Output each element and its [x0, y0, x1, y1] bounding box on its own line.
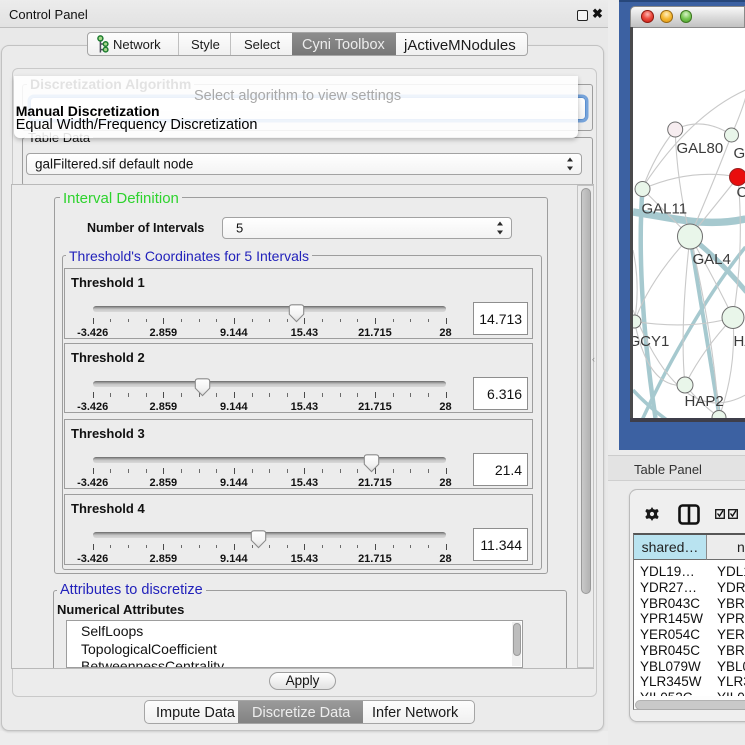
svg-text:GA: GA [733, 145, 745, 162]
svg-text:GAL11: GAL11 [641, 201, 687, 218]
svg-text:HA: HA [733, 333, 745, 350]
svg-text:HAP2: HAP2 [684, 393, 723, 410]
svg-text:GCY1: GCY1 [633, 333, 669, 350]
svg-text:CD: CD [736, 184, 745, 201]
svg-text:GAL80: GAL80 [676, 140, 723, 157]
svg-text:GAL4: GAL4 [692, 251, 730, 268]
